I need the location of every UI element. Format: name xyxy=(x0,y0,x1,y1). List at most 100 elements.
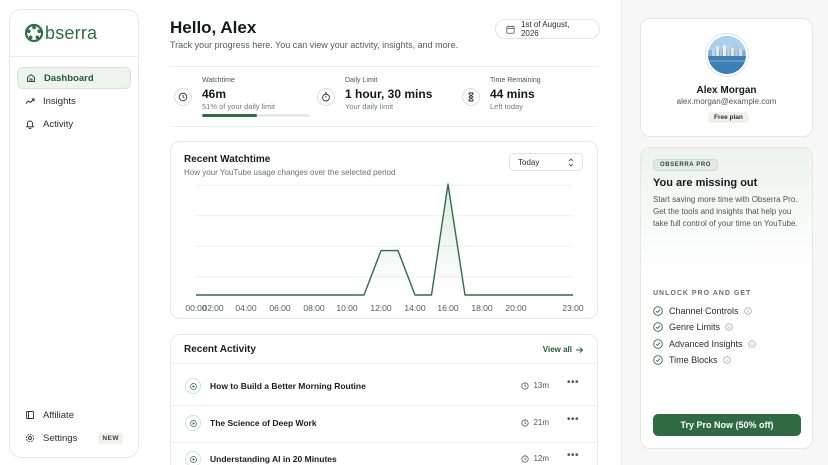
feature-item: Genre Limits xyxy=(653,320,733,334)
page-subtitle: Track your progress here. You can view y… xyxy=(170,40,459,50)
stat-time-remaining: Time Remaining 44 mins Left today xyxy=(462,67,598,128)
new-badge: NEW xyxy=(98,432,123,444)
sidebar-item-label: Settings xyxy=(43,432,78,444)
more-options-button[interactable]: ••• xyxy=(567,450,579,461)
activity-title: The Science of Deep Work xyxy=(210,418,317,428)
stat-label: Watchtime xyxy=(202,77,235,84)
activity-row[interactable]: Understanding AI in 20 Minutes 12m ••• xyxy=(171,442,597,465)
duration-value: 21m xyxy=(533,418,549,427)
stopwatch-icon xyxy=(317,88,335,106)
main-content: Hello, Alex Track your progress here. Yo… xyxy=(170,0,600,465)
stats-row: Watchtime 46m 51% of your daily limit Da… xyxy=(170,66,598,127)
stat-sub: Your daily limit xyxy=(345,102,394,111)
trend-icon xyxy=(25,98,35,104)
info-icon[interactable] xyxy=(747,340,756,348)
check-circle-icon xyxy=(653,322,663,332)
try-pro-button[interactable]: Try Pro Now (50% off) xyxy=(653,414,801,436)
progress-fill xyxy=(202,114,258,117)
sidebar-item-affiliate[interactable]: Affiliate xyxy=(17,404,131,426)
x-tick-label: 16:00 xyxy=(437,303,459,313)
play-icon[interactable] xyxy=(185,415,201,431)
stat-value: 46m xyxy=(202,87,227,101)
page-title: Hello, Alex xyxy=(170,18,257,37)
activity-card: Recent Activity View all How to Build a … xyxy=(170,334,598,465)
sidebar-item-activity[interactable]: Activity xyxy=(17,113,131,135)
stat-value: 1 hour, 30 mins xyxy=(345,87,433,101)
activity-row[interactable]: How to Build a Better Morning Routine 13… xyxy=(171,369,597,405)
pro-tag: OBSERRA PRO xyxy=(653,159,719,171)
pro-heading: You are missing out xyxy=(653,177,758,189)
stat-value: 44 mins xyxy=(490,87,535,101)
clock-icon xyxy=(521,381,530,390)
duration-value: 13m xyxy=(533,381,549,390)
feature-label: Time Blocks xyxy=(669,355,718,365)
x-tick-label: 23:00 xyxy=(562,303,584,313)
watchtime-chart: 00:0002:00 04:00 06:00 08:00 10:00 12:00 14:00… xyxy=(185,183,584,313)
gear-icon xyxy=(25,433,35,443)
more-options-button[interactable]: ••• xyxy=(567,377,579,388)
activity-title: Understanding AI in 20 Minutes xyxy=(210,454,337,464)
check-circle-icon xyxy=(653,355,663,365)
sidebar-item-dashboard[interactable]: Dashboard xyxy=(17,67,131,89)
check-circle-icon xyxy=(653,339,663,349)
profile-card: Alex Morgan alex.morgan@example.com Free… xyxy=(640,18,813,137)
plan-badge: Free plan xyxy=(708,112,749,123)
activity-duration: 13m xyxy=(521,381,549,390)
x-tick-label: 12:00 xyxy=(370,303,392,313)
stat-sub: 51% of your daily limit xyxy=(202,102,275,111)
stat-label: Time Remaining xyxy=(490,77,541,84)
view-all-link[interactable]: View all xyxy=(543,345,584,354)
x-tick-label: 20:00 xyxy=(505,303,527,313)
stat-watchtime: Watchtime 46m 51% of your daily limit xyxy=(174,67,314,128)
play-icon[interactable] xyxy=(185,378,201,394)
sidebar-item-settings[interactable]: Settings NEW xyxy=(17,427,131,449)
sidebar: bserra Dashboard Insights Activity Affil… xyxy=(9,9,139,458)
x-tick-label: 10:00 xyxy=(336,303,358,313)
feature-item: Advanced Insights xyxy=(653,337,756,351)
x-tick-label: 06:00 xyxy=(269,303,291,313)
sidebar-item-label: Activity xyxy=(43,118,74,130)
activity-title: Recent Activity xyxy=(184,344,256,355)
divider xyxy=(171,363,597,364)
info-icon[interactable] xyxy=(743,307,752,315)
profile-name: Alex Morgan xyxy=(696,85,757,96)
feature-label: Channel Controls xyxy=(669,306,739,316)
stat-label: Daily Limit xyxy=(345,77,378,84)
arrow-right-icon xyxy=(576,346,584,353)
divider xyxy=(10,56,138,57)
clock-icon xyxy=(521,418,530,427)
affiliate-icon xyxy=(26,411,34,419)
calendar-icon xyxy=(506,25,515,34)
activity-duration: 12m xyxy=(521,454,549,463)
stat-daily-limit: Daily Limit 1 hour, 30 mins Your daily l… xyxy=(317,67,457,128)
logo[interactable]: bserra xyxy=(24,22,97,44)
home-icon xyxy=(27,73,35,82)
series-area xyxy=(196,184,573,295)
sidebar-item-insights[interactable]: Insights xyxy=(17,90,131,112)
avatar[interactable] xyxy=(706,34,748,76)
clock-icon xyxy=(521,454,530,463)
logo-mark-icon xyxy=(24,23,44,43)
info-icon[interactable] xyxy=(723,356,731,364)
more-options-button[interactable]: ••• xyxy=(567,414,579,425)
x-tick-label: 08:00 xyxy=(303,303,325,313)
feature-label: Genre Limits xyxy=(669,322,721,332)
feature-item: Channel Controls xyxy=(653,304,752,318)
activity-duration: 21m xyxy=(521,418,549,427)
right-panel: Alex Morgan alex.morgan@example.com Free… xyxy=(621,0,828,465)
activity-row[interactable]: The Science of Deep Work 21m ••• xyxy=(171,406,597,442)
unlock-label: UNLOCK PRO AND GET xyxy=(653,290,752,297)
feature-item: Time Blocks xyxy=(653,353,731,367)
sidebar-item-label: Affiliate xyxy=(43,409,74,421)
profile-email: alex.morgan@example.com xyxy=(676,97,777,106)
date-label: 1st of August, 2026 xyxy=(520,20,570,38)
info-icon[interactable] xyxy=(725,323,733,331)
duration-value: 12m xyxy=(533,454,549,463)
view-all-label: View all xyxy=(542,345,572,354)
watchtime-card: Recent Watchtime How your YouTube usage … xyxy=(170,141,598,319)
hourglass-icon xyxy=(462,88,480,106)
play-icon[interactable] xyxy=(185,451,201,465)
feature-label: Advanced Insights xyxy=(669,339,743,349)
date-picker[interactable]: 1st of August, 2026 xyxy=(495,19,600,39)
watchtime-progress-bar xyxy=(202,114,310,117)
